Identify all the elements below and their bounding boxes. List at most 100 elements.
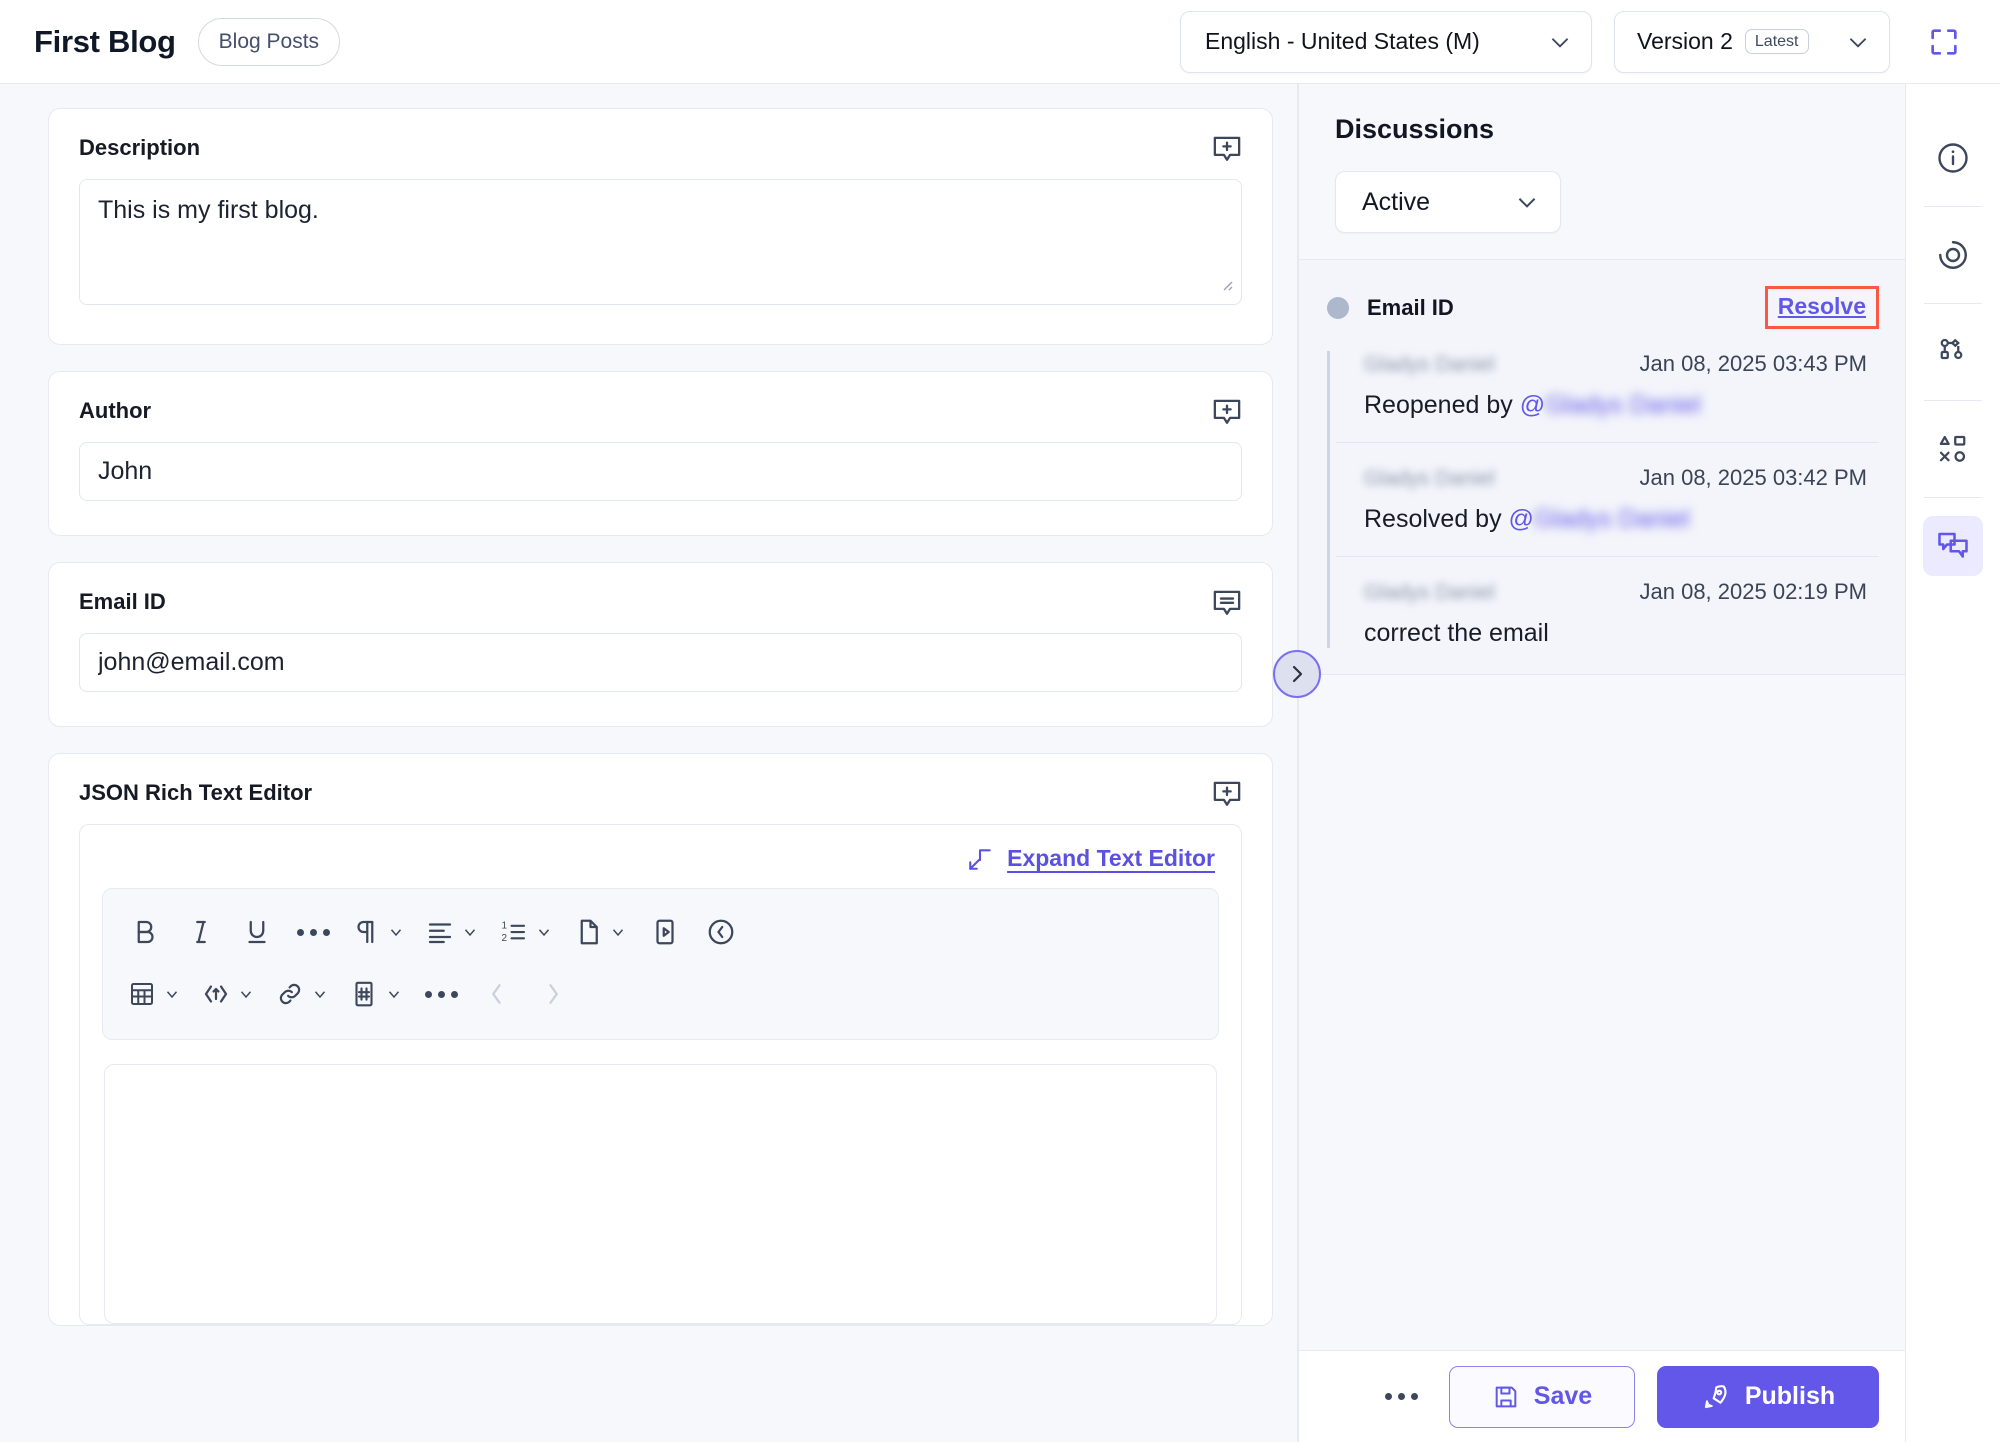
embed-code-icon[interactable] [191,968,265,1020]
info-icon[interactable] [1923,128,1983,188]
expand-text-editor-link[interactable]: Expand Text Editor [967,845,1215,872]
description-textarea[interactable]: This is my first blog. [79,179,1242,305]
form-panel: Description This is my first blog. Autho… [0,84,1297,1442]
text-align-icon[interactable] [415,906,489,958]
insert-media-icon[interactable] [637,906,693,958]
thread-message: Gladys Daniel Jan 08, 2025 03:43 PM Reop… [1336,351,1879,420]
resolve-button[interactable]: Resolve [1778,293,1866,319]
message-timestamp: Jan 08, 2025 02:19 PM [1639,579,1868,604]
message-mention[interactable]: Gladys Daniel [1545,391,1701,419]
rich-text-toolbar: 12 [102,888,1219,1040]
resolve-highlight-box: Resolve [1764,286,1879,329]
anchor-hash-icon[interactable] [339,968,413,1020]
thread-messages: Gladys Daniel Jan 08, 2025 03:43 PM Reop… [1327,351,1879,648]
email-id-input[interactable] [79,633,1242,692]
mention-at-symbol: @ [1508,505,1534,533]
add-comment-icon[interactable] [1200,386,1254,440]
discussion-thread: Email ID Resolve Gladys Daniel Jan 08, 2… [1299,259,1905,675]
language-select[interactable]: English - United States (M) [1180,10,1592,73]
right-icon-rail [1905,84,2000,1442]
message-text: correct the email [1364,619,1549,647]
insert-file-icon[interactable] [563,906,637,958]
rail-divider [1924,497,1982,498]
rail-divider [1924,206,1982,207]
chevron-down-icon [1547,29,1573,55]
message-meta: Gladys Daniel Jan 08, 2025 03:43 PM [1364,351,1867,377]
redo-icon[interactable] [525,968,581,1020]
rail-divider [1924,303,1982,304]
add-comment-icon[interactable] [1200,123,1254,177]
undo-icon[interactable] [469,968,525,1020]
app-root: First Blog Blog Posts English - United S… [0,0,2000,1442]
relations-sitemap-icon[interactable] [1923,322,1983,382]
ordered-list-icon[interactable]: 12 [489,906,563,958]
insert-link-icon[interactable] [265,968,339,1020]
save-button[interactable]: Save [1449,1365,1635,1428]
message-meta: Gladys Daniel Jan 08, 2025 03:42 PM [1364,465,1867,491]
language-select-value: English - United States (M) [1205,28,1480,54]
field-card-json-rich-text-editor: JSON Rich Text Editor Expand Text Editor… [48,753,1273,1326]
ellipsis-glyph [296,928,330,936]
field-card-description: Description This is my first blog. [48,108,1273,345]
thread-header: Email ID Resolve [1327,286,1879,329]
more-text-options-icon[interactable] [285,906,341,958]
panel-divider [1273,84,1321,1442]
mention-at-symbol: @ [1519,391,1546,419]
message-text: Reopened by @Gladys Daniel [1364,391,1867,420]
toolbar-row-2 [117,963,1204,1025]
version-select-value: Version 2 [1637,28,1733,54]
rich-text-editor: Expand Text Editor 1 2 [79,824,1242,1325]
message-mention[interactable]: Gladys Daniel [1534,505,1690,533]
source-code-icon[interactable] [693,906,749,958]
add-comment-icon[interactable] [1200,768,1254,822]
rail-divider [1924,400,1982,401]
ellipsis-glyph [1384,1393,1418,1400]
thread-message: Gladys Daniel Jan 08, 2025 02:19 PM corr… [1336,556,1879,648]
collapse-discussions-button[interactable] [1273,650,1321,698]
author-input[interactable] [79,442,1242,501]
breadcrumb-chip-blog-posts[interactable]: Blog Posts [197,17,341,66]
bold-icon[interactable] [117,906,173,958]
discussions-filter-select[interactable]: Active [1335,171,1561,233]
publish-button[interactable]: Publish [1657,1365,1879,1428]
rich-text-content-area[interactable] [104,1064,1217,1324]
discussions-filter-value: Active [1362,187,1431,216]
version-select-inner: Version 2 Latest [1637,28,1809,55]
message-author: Gladys Daniel [1364,581,1495,604]
insert-table-icon[interactable] [117,968,191,1020]
view-comment-icon[interactable] [1200,577,1254,631]
version-select[interactable]: Version 2 Latest [1614,10,1890,73]
message-author: Gladys Daniel [1364,353,1495,376]
message-meta: Gladys Daniel Jan 08, 2025 02:19 PM [1364,579,1867,605]
chevron-down-icon [1845,29,1871,55]
discussions-icon[interactable] [1923,516,1983,576]
publish-button-label: Publish [1744,1382,1836,1410]
discussions-panel: Discussions Active Email ID Resolve Glad… [1299,84,1905,1442]
expand-text-editor-row: Expand Text Editor [102,843,1219,888]
fullscreen-icon[interactable] [1912,9,1976,74]
message-text-prefix: Reopened by [1364,391,1520,419]
focus-target-icon[interactable] [1923,225,1983,285]
more-insert-options-icon[interactable] [413,968,469,1020]
field-label-author: Author [79,398,152,423]
more-options-icon[interactable] [1375,1371,1427,1423]
latest-badge: Latest [1744,28,1809,55]
svg-text:2: 2 [502,933,508,944]
expand-text-editor-label: Expand Text Editor [1007,845,1215,871]
app-body: Description This is my first blog. Autho… [0,84,2000,1442]
paragraph-style-icon[interactable] [341,906,415,958]
discussions-header: Discussions Active [1299,84,1905,233]
ellipsis-glyph [424,990,458,998]
page-title: First Blog [34,23,176,59]
message-author: Gladys Daniel [1364,467,1495,490]
app-header: First Blog Blog Posts English - United S… [0,0,2000,84]
message-timestamp: Jan 08, 2025 03:42 PM [1639,465,1868,490]
discussions-title: Discussions [1335,114,1495,144]
content-blocks-icon[interactable] [1923,419,1983,479]
message-text-prefix: Resolved by [1364,505,1509,533]
underline-icon[interactable] [229,906,285,958]
italic-icon[interactable] [173,906,229,958]
save-disk-icon [1492,1383,1520,1411]
discussions-list[interactable]: Email ID Resolve Gladys Daniel Jan 08, 2… [1299,233,1905,1442]
rocket-icon [1701,1382,1731,1412]
